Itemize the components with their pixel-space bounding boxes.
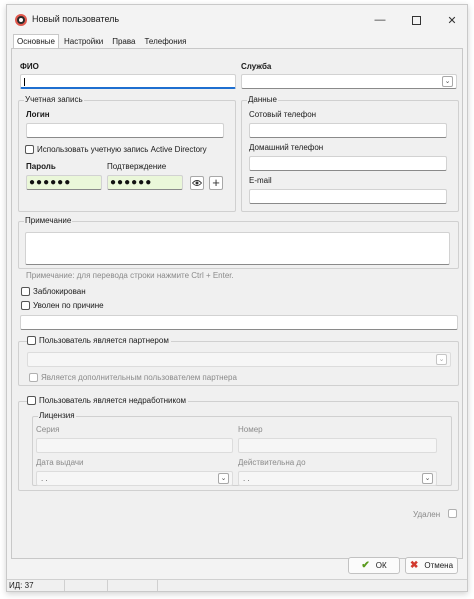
tab-panel-main: ФИО Служба ⌄ Учетная запись Логин Исполь…	[11, 48, 463, 559]
nondev-checkbox-box[interactable]	[27, 396, 36, 405]
number-input[interactable]	[238, 438, 437, 453]
partner-checkbox-box[interactable]	[27, 336, 36, 345]
add-button[interactable]: +	[209, 176, 223, 190]
series-input[interactable]	[36, 438, 233, 453]
home-phone-label: Домашний телефон	[249, 143, 324, 152]
partner-select[interactable]: ⌄	[27, 352, 451, 367]
confirm-label: Подтверждение	[107, 162, 167, 171]
tab-telephony[interactable]: Телефония	[140, 34, 190, 49]
home-phone-input[interactable]	[249, 156, 447, 171]
text-caret	[24, 78, 25, 86]
status-bar: ИД: 37	[7, 579, 467, 591]
mobile-input[interactable]	[249, 123, 447, 138]
chevron-down-icon[interactable]: ⌄	[422, 473, 433, 484]
deleted-checkbox[interactable]	[448, 509, 457, 518]
license-caption: Лицензия	[38, 411, 76, 420]
valid-to-label: Действительна до	[238, 458, 306, 467]
chevron-down-icon[interactable]: ⌄	[218, 473, 229, 484]
note-hint: Примечание: для перевода строки нажмите …	[26, 271, 234, 280]
contacts-group: Данные Сотовый телефон Домашний телефон …	[241, 95, 459, 212]
valid-to-value: . .	[243, 474, 250, 483]
cancel-label: Отмена	[424, 561, 454, 570]
title-bar: Новый пользователь — ✕	[7, 5, 467, 35]
window-title: Новый пользователь	[32, 14, 120, 24]
status-cell-3	[108, 580, 158, 591]
valid-to-picker[interactable]: . . ⌄	[238, 471, 437, 486]
chevron-down-icon[interactable]: ⌄	[436, 354, 447, 365]
issue-date-picker[interactable]: . . ⌄	[36, 471, 233, 486]
fired-checkbox-box[interactable]	[21, 301, 30, 310]
partner-checkbox[interactable]: Пользователь является партнером	[27, 336, 171, 345]
fio-input[interactable]	[20, 74, 236, 89]
chevron-down-icon[interactable]: ⌄	[442, 76, 453, 87]
use-ad-checkbox[interactable]: Использовать учетную запись Active Direc…	[25, 145, 207, 154]
show-password-button[interactable]	[190, 176, 204, 190]
close-icon: ✕	[447, 14, 457, 27]
status-cell-2	[65, 580, 108, 591]
account-caption: Учетная запись	[24, 95, 84, 104]
cross-icon: ✖	[409, 560, 419, 571]
login-input[interactable]	[26, 123, 224, 138]
use-ad-label: Использовать учетную запись Active Direc…	[37, 145, 207, 154]
issue-date-value: . .	[41, 474, 48, 483]
minimize-button[interactable]: —	[365, 9, 395, 31]
additional-partner-checkbox-box[interactable]	[29, 373, 38, 382]
nondev-group: Пользователь является недработником Лице…	[18, 396, 459, 491]
checkmark-icon: ✔	[361, 560, 370, 571]
eye-icon	[192, 180, 202, 186]
additional-partner-label: Является дополнительным пользователем па…	[41, 373, 237, 382]
use-ad-checkbox-box[interactable]	[25, 145, 34, 154]
additional-partner-checkbox[interactable]: Является дополнительным пользователем па…	[29, 373, 237, 382]
partner-label: Пользователь является партнером	[39, 336, 169, 345]
tab-strip: Основные Настройки Права Телефония	[13, 34, 191, 49]
app-icon	[15, 14, 27, 26]
ok-label: ОК	[375, 561, 387, 570]
status-id: ИД: 37	[7, 580, 65, 591]
tab-main[interactable]: Основные	[13, 34, 59, 49]
dialog-window: Новый пользователь — ✕ Основные Настройк…	[6, 4, 468, 592]
minimize-icon: —	[374, 14, 386, 26]
fio-label: ФИО	[20, 62, 39, 71]
blocked-checkbox[interactable]: Заблокирован	[21, 287, 86, 296]
partner-group: Пользователь является партнером ⌄ Являет…	[18, 336, 459, 386]
plus-icon: +	[212, 175, 220, 190]
deleted-label: Удален	[413, 510, 441, 519]
tab-rights[interactable]: Права	[108, 34, 139, 49]
fired-label: Уволен по причине	[33, 301, 104, 310]
close-button[interactable]: ✕	[437, 9, 467, 31]
email-label: E-mail	[249, 176, 272, 185]
confirm-input[interactable]: ●●●●●●	[107, 175, 183, 190]
blocked-checkbox-box[interactable]	[21, 287, 30, 296]
maximize-button[interactable]	[401, 9, 431, 31]
blocked-label: Заблокирован	[33, 287, 86, 296]
fired-checkbox[interactable]: Уволен по причине	[21, 301, 104, 310]
nondev-label: Пользователь является недработником	[39, 396, 187, 405]
service-select[interactable]: ⌄	[241, 74, 457, 89]
tab-settings[interactable]: Настройки	[60, 34, 107, 49]
fired-reason-input[interactable]	[20, 315, 458, 330]
account-group: Учетная запись Логин Использовать учетну…	[18, 95, 236, 212]
password-label: Пароль	[26, 162, 56, 171]
login-label: Логин	[26, 110, 50, 119]
issue-date-label: Дата выдачи	[36, 458, 84, 467]
maximize-icon	[411, 15, 421, 25]
contacts-caption: Данные	[247, 95, 278, 104]
password-input[interactable]: ●●●●●●	[26, 175, 102, 190]
number-label: Номер	[238, 425, 263, 434]
series-label: Серия	[36, 425, 60, 434]
note-caption: Примечание	[24, 216, 73, 225]
mobile-label: Сотовый телефон	[249, 110, 317, 119]
note-textarea[interactable]	[25, 232, 450, 265]
service-label: Служба	[241, 62, 272, 71]
nondev-checkbox[interactable]: Пользователь является недработником	[27, 396, 189, 405]
license-group: Лицензия Серия Номер Дата выдачи . . ⌄ Д…	[32, 411, 452, 486]
cancel-button[interactable]: ✖ Отмена	[405, 557, 458, 574]
note-group: Примечание	[18, 216, 459, 269]
ok-button[interactable]: ✔ ОК	[348, 557, 400, 574]
email-input[interactable]	[249, 189, 447, 204]
